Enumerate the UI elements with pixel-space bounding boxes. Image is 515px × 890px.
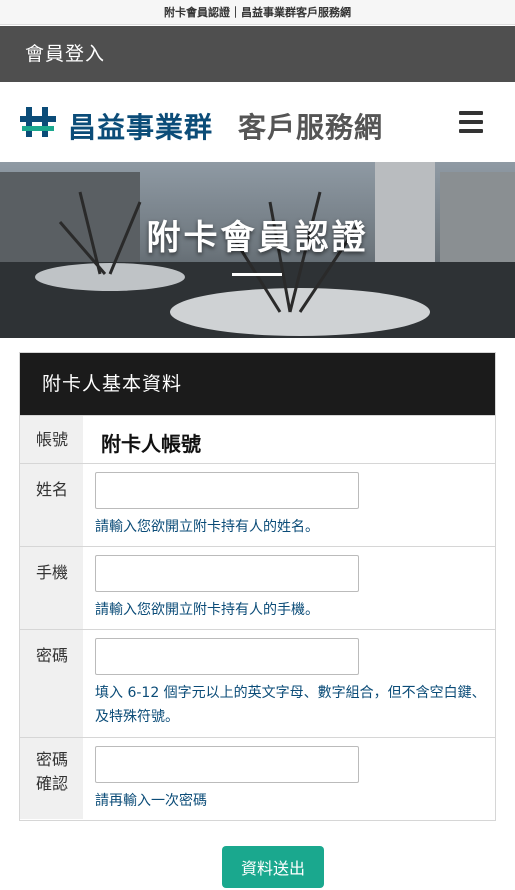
hero-banner: 附卡會員認證 — [0, 162, 515, 338]
mobile-hint: 請輸入您欲開立附卡持有人的手機。 — [95, 598, 495, 622]
account-row: 帳號 附卡人帳號 — [20, 415, 495, 463]
confirm-password-input[interactable] — [95, 746, 359, 783]
name-hint: 請輸入您欲開立附卡持有人的姓名。 — [95, 515, 495, 539]
top-title-text: 附卡會員認證｜昌益事業群客戶服務網 — [164, 6, 351, 19]
confirm-password-hint: 請再輸入一次密碼 — [95, 789, 495, 813]
mobile-input[interactable] — [95, 555, 359, 592]
confirm-password-row: 密碼 確認 請再輸入一次密碼 — [20, 737, 495, 819]
confirm-password-label: 密碼 確認 — [20, 738, 83, 819]
hero-title: 附卡會員認證 — [0, 210, 515, 259]
name-row: 姓名 請輸入您欲開立附卡持有人的姓名。 — [20, 463, 495, 546]
password-input[interactable] — [95, 638, 359, 675]
mobile-row: 手機 請輸入您欲開立附卡持有人的手機。 — [20, 546, 495, 629]
cardholder-form-panel: 附卡人基本資料 帳號 附卡人帳號 姓名 請輸入您欲開立附卡持有人的姓名。 手機 … — [19, 352, 496, 821]
top-title-bar: 附卡會員認證｜昌益事業群客戶服務網 — [0, 0, 515, 25]
form-heading: 附卡人基本資料 — [20, 353, 495, 415]
brand-subtitle: 客戶服務網 — [238, 106, 383, 146]
mobile-label: 手機 — [20, 547, 83, 629]
brand-name[interactable]: 昌益事業群 — [68, 106, 213, 146]
password-label: 密碼 — [20, 630, 83, 737]
member-login-bar[interactable]: 會員登入 — [0, 26, 515, 82]
company-logo-icon[interactable] — [18, 104, 58, 140]
confirm-label-line2: 確認 — [36, 772, 83, 796]
name-label: 姓名 — [20, 464, 83, 546]
password-row: 密碼 填入 6-12 個字元以上的英文字母、數字組合，但不含空白鍵、及特殊符號。 — [20, 629, 495, 737]
site-header: 昌益事業群 客戶服務網 — [0, 82, 515, 162]
hamburger-menu-icon[interactable] — [459, 111, 483, 133]
member-login-label[interactable]: 會員登入 — [25, 43, 105, 65]
account-label: 帳號 — [20, 416, 83, 463]
account-value: 附卡人帳號 — [95, 424, 495, 457]
password-hint: 填入 6-12 個字元以上的英文字母、數字組合，但不含空白鍵、及特殊符號。 — [95, 681, 495, 729]
name-input[interactable] — [95, 472, 359, 509]
confirm-label-line1: 密碼 — [36, 748, 83, 772]
hero-divider — [232, 273, 282, 276]
submit-button[interactable]: 資料送出 — [222, 846, 324, 888]
